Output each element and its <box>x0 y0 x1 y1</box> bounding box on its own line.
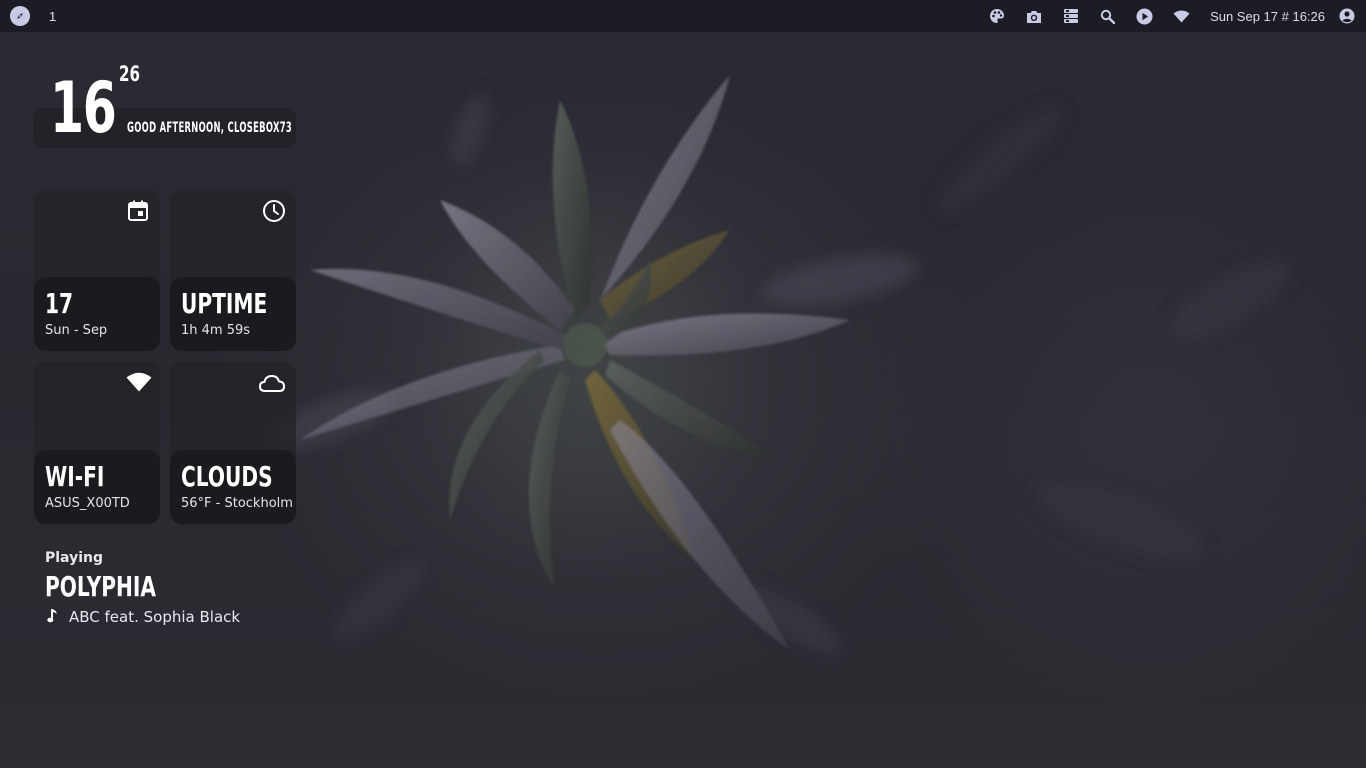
now-playing-artist: POLYPHIA <box>45 570 156 603</box>
calendar-tile[interactable]: 17 Sun - Sep <box>34 189 160 351</box>
weather-tile[interactable]: CLOUDS 56°F - Stockholm <box>170 362 296 524</box>
calendar-tile-footer: 17 Sun - Sep <box>34 277 160 351</box>
top-bar: 1 Sun Sep 17 # 16:26 <box>0 0 1366 32</box>
music-note-icon <box>47 608 61 626</box>
calendar-day: 17 <box>45 287 74 320</box>
camera-icon[interactable] <box>1024 6 1044 26</box>
uptime-tile-footer: UPTIME 1h 4m 59s <box>170 277 296 351</box>
calendar-subtitle: Sun - Sep <box>45 323 108 338</box>
account-circle-icon[interactable] <box>1337 6 1357 26</box>
desktop: 1 Sun Sep 17 # 16:26 16 26 GOOD AFTERNOO… <box>0 0 1366 768</box>
greeting-text: GOOD AFTERNOON, CLOSEBOX73 <box>127 120 293 136</box>
cloud-icon <box>258 372 286 396</box>
dashboard-icon[interactable] <box>1061 6 1081 26</box>
search-icon[interactable] <box>1098 6 1118 26</box>
wifi-ssid: ASUS_X00TD <box>45 496 130 511</box>
clock-hour: 16 <box>50 67 117 149</box>
workspace-indicator[interactable]: 1 <box>49 9 56 24</box>
top-bar-left: 1 <box>0 0 56 32</box>
weather-tile-footer: CLOUDS 56°F - Stockholm <box>170 450 296 524</box>
compass-icon[interactable] <box>10 6 30 26</box>
uptime-value: 1h 4m 59s <box>181 323 251 338</box>
top-bar-right: Sun Sep 17 # 16:26 <box>978 0 1366 32</box>
wifi-tile[interactable]: WI-FI ASUS_X00TD <box>34 362 160 524</box>
now-playing-track-row[interactable]: ABC feat. Sophia Black <box>47 608 240 626</box>
wifi-icon <box>126 372 152 396</box>
wifi-tile-footer: WI-FI ASUS_X00TD <box>34 450 160 524</box>
clock-minute: 26 <box>119 62 141 86</box>
clock-icon <box>262 199 286 223</box>
uptime-title: UPTIME <box>181 287 268 320</box>
calendar-icon <box>126 199 150 223</box>
weather-details: 56°F - Stockholm <box>181 496 293 511</box>
uptime-tile[interactable]: UPTIME 1h 4m 59s <box>170 189 296 351</box>
now-playing-track: ABC feat. Sophia Black <box>69 608 241 626</box>
wifi-title: WI-FI <box>45 460 105 493</box>
topbar-datetime[interactable]: Sun Sep 17 # 16:26 <box>1210 9 1325 24</box>
weather-condition: CLOUDS <box>181 460 273 493</box>
play-icon[interactable] <box>1135 6 1155 26</box>
now-playing-label: Playing <box>45 550 103 566</box>
wifi-icon[interactable] <box>1172 6 1192 26</box>
palette-icon[interactable] <box>987 6 1007 26</box>
